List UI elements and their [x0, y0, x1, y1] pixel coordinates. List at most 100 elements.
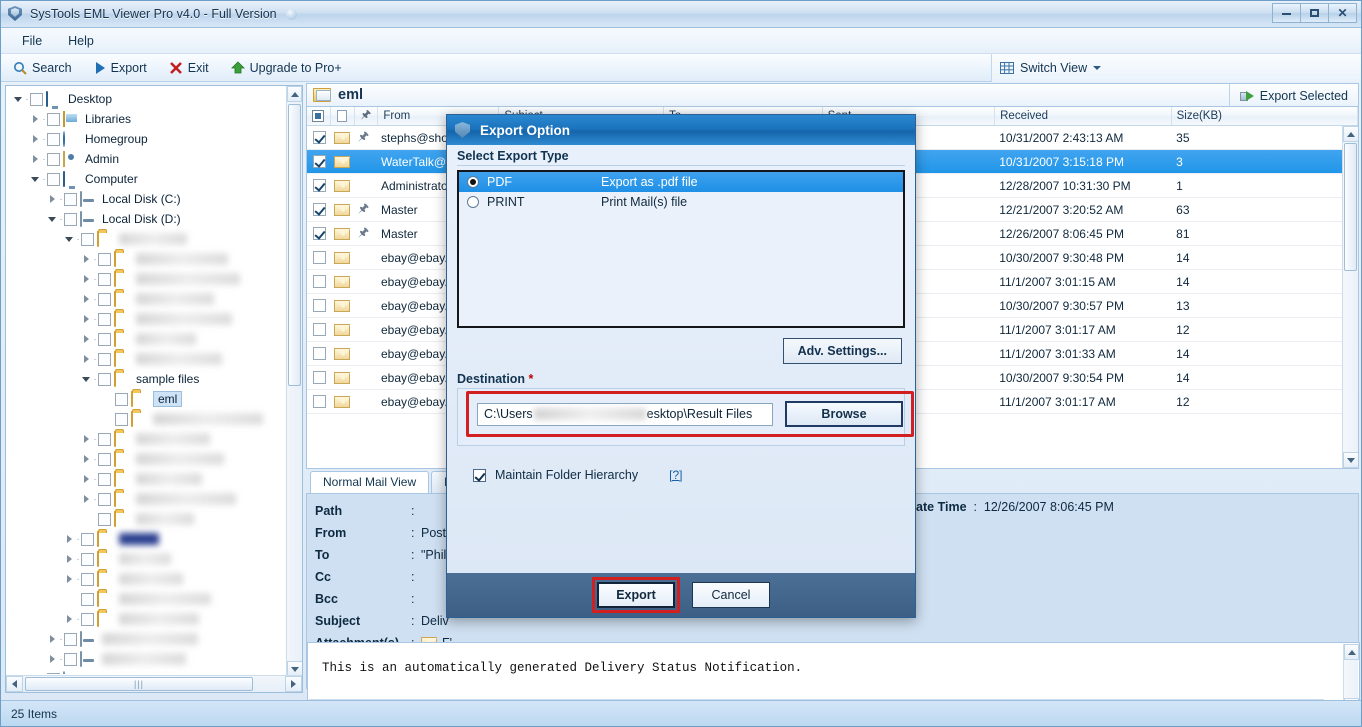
tree-expander[interactable] [80, 253, 92, 265]
tree-item-checkbox[interactable] [98, 312, 111, 326]
tree-item-libraries[interactable]: · Libraries [6, 109, 288, 129]
tree-item-checkbox[interactable] [81, 572, 94, 586]
tree-item-checkbox[interactable] [47, 172, 60, 186]
tree-item-local-disk-d[interactable]: · Local Disk (D:) [6, 209, 288, 229]
tree-item-redacted[interactable] [6, 509, 288, 529]
folder-tree[interactable]: · Desktop · Libraries · Homegroup · Admin · Compu… [6, 86, 288, 674]
tree-expander[interactable] [63, 593, 75, 605]
tree-item-local-disk-c[interactable]: · Local Disk (C:) [6, 189, 288, 209]
tree-expander[interactable] [63, 573, 75, 585]
tree-expander[interactable] [80, 313, 92, 325]
tree-item-checkbox[interactable] [81, 532, 94, 546]
tree-expander[interactable] [63, 613, 75, 625]
tree-scroll-left-arrow[interactable] [6, 676, 23, 692]
tree-item-checkbox[interactable] [98, 352, 111, 366]
tree-expander[interactable] [80, 373, 92, 385]
tree-horizontal-scrollbar[interactable]: ||| [6, 675, 302, 692]
switch-view-button[interactable]: Switch View [991, 54, 1361, 82]
tree-expander[interactable] [46, 633, 58, 645]
header-col-size[interactable]: Size(KB) [1172, 107, 1358, 125]
browse-button[interactable]: Browse [785, 401, 903, 427]
tree-expander[interactable] [46, 213, 58, 225]
tree-item-redacted[interactable]: · [6, 549, 288, 569]
tree-expander[interactable] [80, 293, 92, 305]
mail-list-vertical-scrollbar[interactable] [1342, 126, 1358, 468]
tree-item-sample-files[interactable]: · sample files [6, 369, 288, 389]
tree-scroll-right-arrow[interactable] [285, 676, 302, 692]
tree-item-redacted[interactable]: · [6, 309, 288, 329]
tree-item-redacted[interactable]: · [6, 609, 288, 629]
tree-item-redacted[interactable] [6, 409, 288, 429]
tree-item-checkbox[interactable] [64, 192, 77, 206]
tree-item-checkbox[interactable] [81, 612, 94, 626]
toolbar-exit-button[interactable]: Exit [165, 59, 213, 77]
export-selected-button[interactable]: Export Selected [1228, 84, 1358, 107]
adv-settings-button[interactable]: Adv. Settings... [782, 338, 902, 364]
menu-item-help[interactable]: Help [57, 31, 105, 51]
tree-expander[interactable] [63, 553, 75, 565]
tree-item-checkbox[interactable] [98, 252, 111, 266]
body-scroll-up-arrow[interactable] [1344, 644, 1359, 660]
tree-item-redacted[interactable]: · [6, 249, 288, 269]
tree-item-redacted[interactable]: · [6, 349, 288, 369]
tree-item-checkbox[interactable] [98, 332, 111, 346]
tree-expander[interactable] [46, 653, 58, 665]
tree-item-redacted[interactable]: · [6, 429, 288, 449]
tree-item-checkbox[interactable] [98, 292, 111, 306]
tree-item-checkbox[interactable] [47, 132, 60, 146]
mail-row-checkbox[interactable] [313, 395, 326, 408]
tree-item-computer[interactable]: · Computer [6, 169, 288, 189]
mail-row-checkbox[interactable] [313, 371, 326, 384]
tree-item-checkbox[interactable] [81, 232, 94, 246]
tree-item-checkbox[interactable] [81, 592, 94, 606]
dialog-export-button[interactable]: Export [597, 582, 675, 608]
tree-item-eml[interactable]: eml [6, 389, 288, 409]
mail-row-checkbox[interactable] [313, 227, 326, 240]
menu-item-file[interactable]: File [11, 31, 53, 51]
tree-expander[interactable] [63, 533, 75, 545]
tree-scroll-up-arrow[interactable] [287, 86, 302, 102]
tree-vertical-scrollbar[interactable] [286, 86, 302, 677]
toolbar-upgrade-button[interactable]: Upgrade to Pro+ [227, 59, 346, 77]
mail-row-checkbox[interactable] [313, 275, 326, 288]
export-type-option-pdf[interactable]: PDF Export as .pdf file [459, 172, 903, 192]
tree-item-checkbox[interactable] [115, 392, 128, 406]
tree-expander[interactable] [29, 133, 41, 145]
tree-expander[interactable] [29, 673, 41, 674]
header-attachment-icon[interactable]: 🖈 [355, 107, 379, 125]
tree-item-checkbox[interactable] [98, 452, 111, 466]
tree-expander[interactable] [80, 453, 92, 465]
mail-row-checkbox[interactable] [313, 299, 326, 312]
tree-expander[interactable] [80, 473, 92, 485]
export-type-option-print[interactable]: PRINT Print Mail(s) file [459, 192, 903, 212]
mail-scroll-up-arrow[interactable] [1343, 126, 1358, 142]
tree-item-redacted[interactable]: · [6, 289, 288, 309]
tree-item-checkbox[interactable] [98, 492, 111, 506]
tree-expander[interactable] [80, 513, 92, 525]
tree-expander[interactable] [97, 413, 109, 425]
tree-item-redacted[interactable] [6, 589, 288, 609]
tree-hscroll-thumb[interactable]: ||| [25, 677, 253, 691]
tree-item-checkbox[interactable] [64, 632, 77, 646]
tree-expander[interactable] [63, 233, 75, 245]
tab-normal-mail-view[interactable]: Normal Mail View [310, 471, 430, 493]
maintain-folder-hierarchy-help-link[interactable]: [?] [669, 468, 682, 482]
header-col-received[interactable]: Received [995, 107, 1172, 125]
tree-expander[interactable] [80, 333, 92, 345]
tree-item-checkbox[interactable] [98, 372, 111, 386]
tree-item-redacted[interactable]: · [6, 489, 288, 509]
tree-expander[interactable] [97, 393, 109, 405]
tree-scroll-thumb[interactable] [288, 104, 301, 386]
destination-path-input[interactable]: C:\Users esktop\Result Files [477, 402, 773, 426]
tree-expander[interactable] [80, 273, 92, 285]
minimize-button[interactable] [1272, 3, 1301, 23]
tree-item-checkbox[interactable] [64, 652, 77, 666]
header-select-all-checkbox[interactable] [307, 107, 331, 125]
tree-item-checkbox[interactable] [98, 472, 111, 486]
tree-item-network[interactable]: ·Network [6, 669, 288, 674]
tree-item-checkbox[interactable] [98, 272, 111, 286]
toolbar-export-button[interactable]: Export [90, 59, 151, 77]
mail-row-checkbox[interactable] [313, 179, 326, 192]
tree-item-redacted[interactable]: · [6, 469, 288, 489]
tree-expander[interactable] [29, 173, 41, 185]
